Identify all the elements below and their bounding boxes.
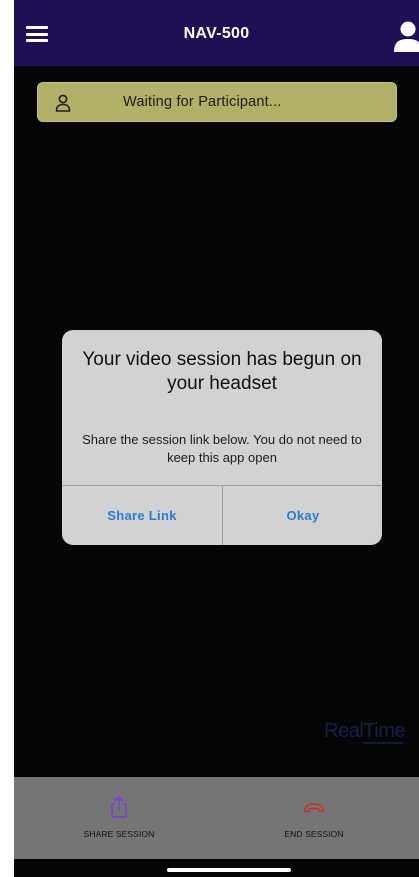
session-started-dialog: Your video session has begun on your hea… — [62, 330, 382, 545]
bottom-action-bar: SHARE SESSION END SESSION — [14, 777, 419, 859]
hamburger-menu-icon[interactable] — [26, 26, 48, 42]
status-banner: Waiting for Participant... — [37, 82, 397, 122]
share-link-button[interactable]: Share Link — [62, 486, 222, 545]
watermark-underline — [363, 742, 403, 744]
share-session-button[interactable]: SHARE SESSION — [19, 777, 219, 859]
hang-up-phone-icon — [304, 803, 324, 813]
status-text: Waiting for Participant... — [123, 94, 282, 110]
app-header: NAV-500 — [14, 0, 419, 66]
okay-button[interactable]: Okay — [223, 486, 382, 545]
dialog-message: Share the session link below. You do not… — [82, 432, 362, 465]
user-outline-icon — [55, 94, 71, 112]
phone-screen: NAV-500 Waiting for Participant... Your … — [14, 0, 419, 877]
realtime-watermark: RealTime — [324, 720, 405, 742]
user-profile-icon[interactable] — [393, 20, 419, 52]
end-session-label: END SESSION — [284, 829, 344, 839]
share-upload-icon — [111, 796, 127, 818]
end-session-button[interactable]: END SESSION — [214, 777, 414, 859]
page-title: NAV-500 — [183, 25, 250, 42]
share-session-label: SHARE SESSION — [83, 829, 155, 839]
dialog-title: Your video session has begun on your hea… — [82, 349, 362, 394]
home-indicator[interactable] — [167, 868, 291, 872]
